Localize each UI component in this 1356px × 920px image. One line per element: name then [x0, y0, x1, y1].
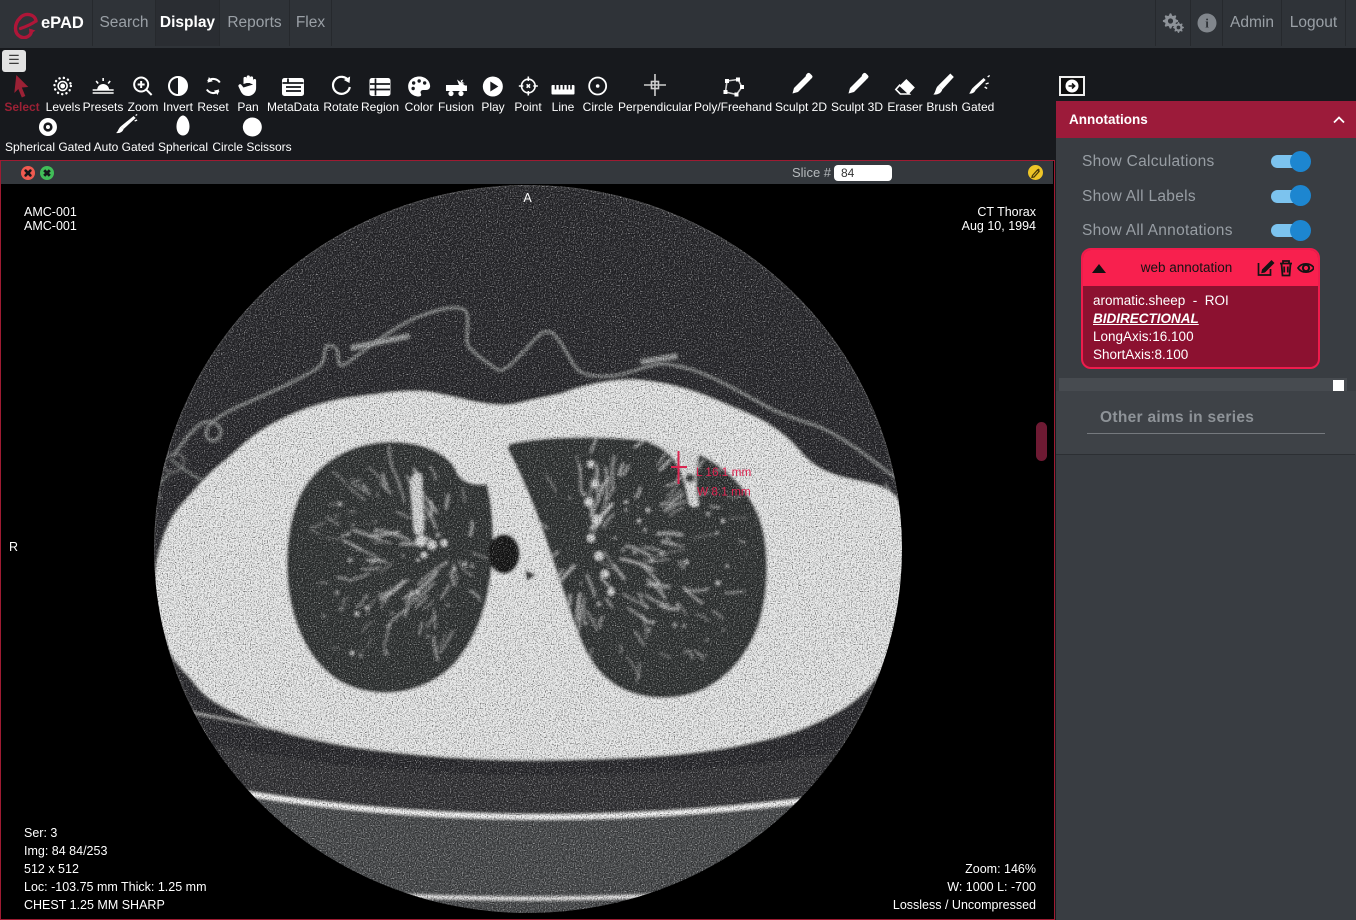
svg-text:L 16.1 mm: L 16.1 mm — [696, 465, 751, 479]
svg-text:i: i — [1205, 16, 1209, 31]
svg-text:W 8.1 mm: W 8.1 mm — [697, 484, 751, 498]
